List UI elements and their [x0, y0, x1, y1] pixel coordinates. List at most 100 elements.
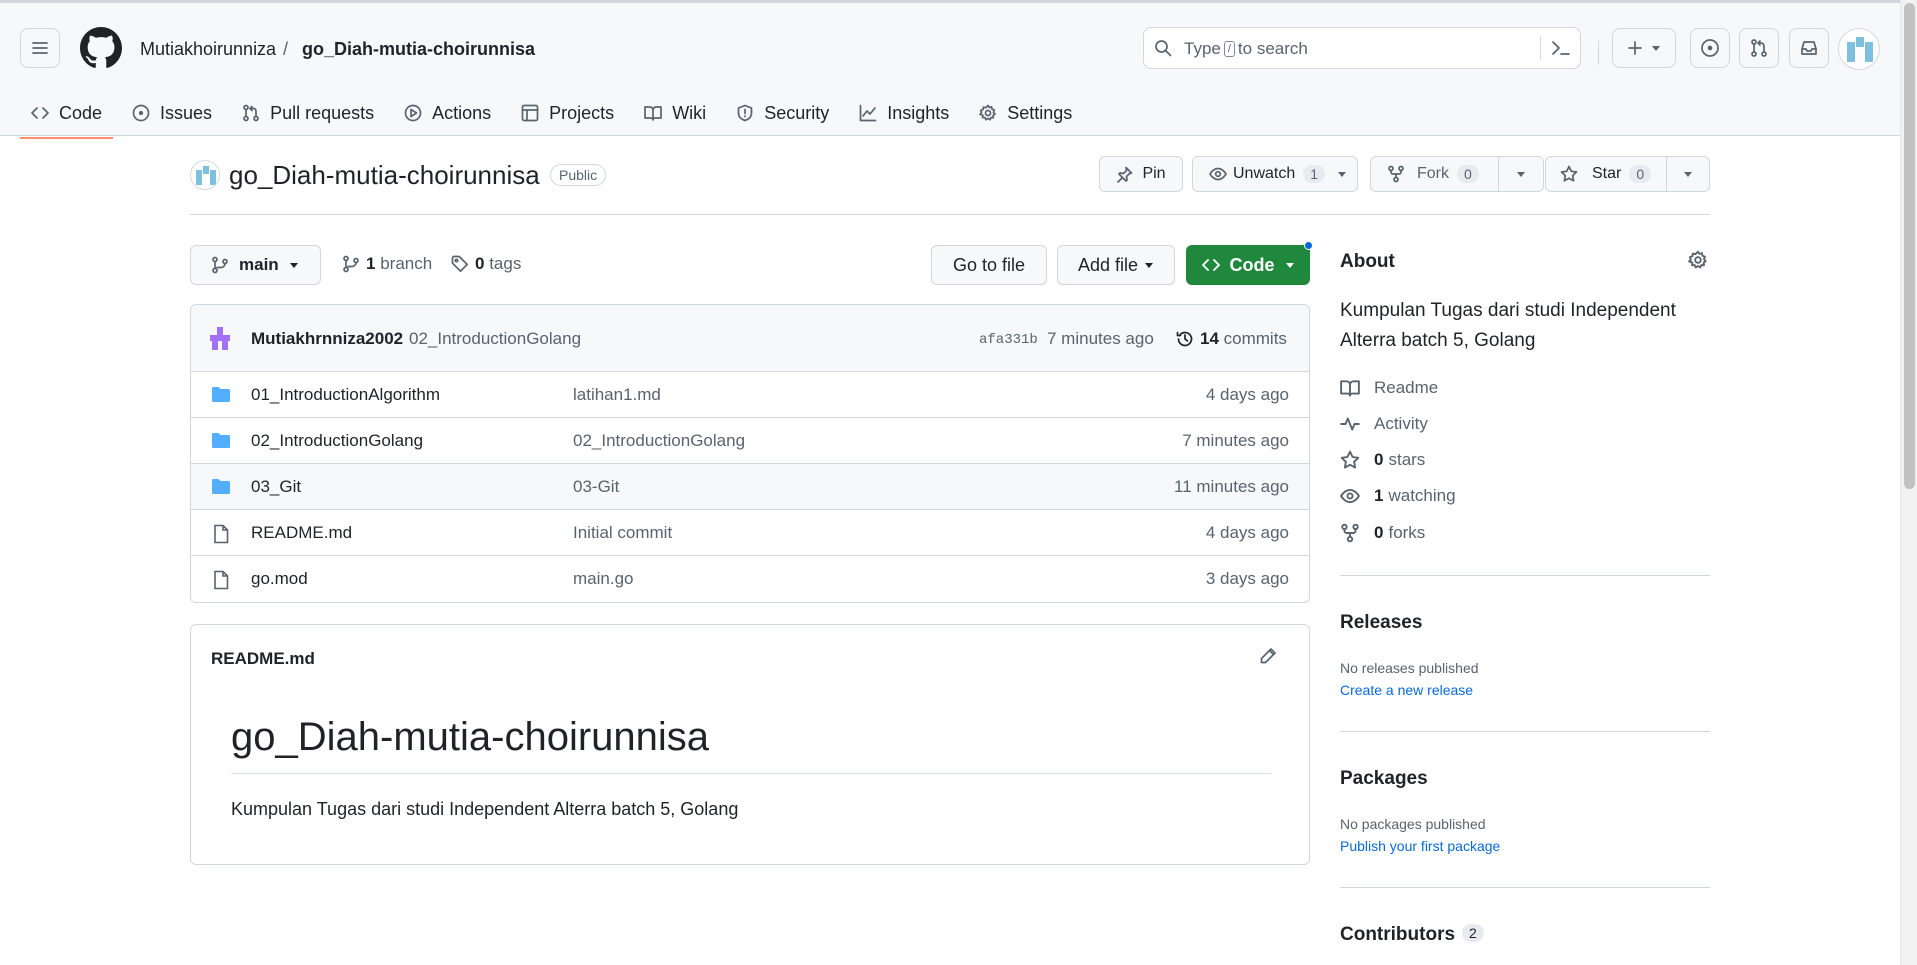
readme-file-label[interactable]: README.md — [211, 649, 315, 669]
file-commit-message[interactable]: Initial commit — [573, 523, 672, 543]
tab-wiki[interactable]: Wiki — [633, 93, 717, 133]
tab-insights[interactable]: Insights — [848, 93, 960, 133]
file-commit-time: 11 minutes ago — [1174, 477, 1289, 496]
scrollbar-thumb[interactable] — [1904, 3, 1915, 489]
file-commit-time: 3 days ago — [1205, 569, 1289, 588]
issue-icon — [1701, 39, 1719, 57]
github-logo-icon[interactable] — [80, 27, 122, 69]
unwatch-button[interactable]: Unwatch 1 — [1192, 156, 1358, 192]
triangle-down-icon — [1517, 172, 1525, 177]
table-row[interactable]: README.md Initial commit 4 days ago — [191, 510, 1309, 556]
breadcrumb-owner[interactable]: Mutiakhoirunniza — [140, 39, 276, 60]
watching-count: 1 — [1374, 486, 1384, 505]
branches-link[interactable]: 1 branch — [342, 254, 432, 274]
file-name[interactable]: go.mod — [251, 569, 308, 589]
publish-package-link[interactable]: Publish your first package — [1340, 838, 1500, 854]
file-name[interactable]: README.md — [251, 523, 352, 543]
file-commit-message[interactable]: 02_IntroductionGolang — [573, 431, 745, 451]
triangle-down-icon — [1285, 263, 1294, 268]
packages-heading[interactable]: Packages — [1340, 768, 1428, 790]
readme-link[interactable]: Readme — [1340, 378, 1438, 398]
breadcrumb-repo[interactable]: go_Diah-mutia-choirunnisa — [302, 39, 535, 60]
fork-dropdown-button[interactable] — [1498, 156, 1544, 192]
repo-title[interactable]: go_Diah-mutia-choirunnisa — [229, 160, 540, 191]
code-button[interactable]: Code — [1186, 245, 1310, 285]
tab-projects[interactable]: Projects — [510, 93, 625, 133]
command-palette-icon[interactable] — [1551, 39, 1571, 57]
file-name[interactable]: 02_IntroductionGolang — [251, 431, 423, 451]
issue-icon — [132, 104, 150, 122]
tab-security-label: Security — [764, 102, 830, 123]
file-name[interactable]: 03_Git — [251, 477, 301, 497]
identicon-avatar-icon — [191, 161, 219, 189]
tab-issues[interactable]: Issues — [121, 93, 223, 133]
table-row[interactable]: 02_IntroductionGolang 02_IntroductionGol… — [191, 418, 1309, 464]
activity-link[interactable]: Activity — [1340, 414, 1428, 434]
branch-select-button[interactable]: main — [190, 245, 321, 285]
commit-sha[interactable]: afa331b — [979, 332, 1038, 348]
triangle-down-icon — [1145, 263, 1154, 268]
tab-actions[interactable]: Actions — [393, 93, 502, 133]
contributors-heading[interactable]: Contributors — [1340, 924, 1455, 946]
branch-name: main — [239, 255, 279, 274]
go-to-file-button[interactable]: Go to file — [931, 245, 1047, 285]
eye-icon — [1340, 488, 1360, 504]
stars-link[interactable]: 0 stars — [1340, 450, 1425, 470]
tab-code[interactable]: Code — [20, 93, 114, 139]
latest-commit-bar: Mutiakhrnniza2002 02_IntroductionGolang … — [191, 305, 1309, 372]
tab-code-label: Code — [59, 102, 103, 123]
code-icon — [1201, 259, 1220, 271]
search-input[interactable]: Type / to search — [1143, 27, 1581, 69]
file-commit-message[interactable]: 03-Git — [573, 477, 619, 497]
table-row[interactable]: go.mod main.go 3 days ago — [191, 556, 1309, 602]
folder-icon — [212, 387, 230, 402]
commit-author-avatar-icon[interactable] — [207, 326, 233, 352]
commit-message[interactable]: 02_IntroductionGolang — [409, 329, 581, 349]
sidebar-divider — [1340, 731, 1710, 732]
watching-link[interactable]: 1 watching — [1340, 486, 1456, 506]
fork-button[interactable]: Fork 0 — [1370, 156, 1499, 192]
about-description: Kumpulan Tugas dari studi Independent Al… — [1340, 300, 1676, 351]
create-release-link[interactable]: Create a new release — [1340, 682, 1473, 698]
star-button[interactable]: Star 0 — [1545, 156, 1674, 192]
visibility-badge: Public — [550, 164, 607, 186]
your-issues-button[interactable] — [1690, 28, 1730, 68]
repo-owner-avatar[interactable] — [190, 160, 220, 190]
table-row[interactable]: 03_Git 03-Git 11 minutes ago — [191, 464, 1309, 510]
table-icon — [521, 104, 539, 122]
file-name[interactable]: 01_IntroductionAlgorithm — [251, 385, 440, 405]
forks-link[interactable]: 0 forks — [1340, 523, 1425, 543]
releases-heading[interactable]: Releases — [1340, 612, 1422, 634]
tab-security[interactable]: Security — [725, 93, 840, 133]
gear-icon[interactable] — [1688, 250, 1708, 270]
triangle-down-icon — [1652, 46, 1660, 51]
pull-request-icon — [1751, 39, 1767, 57]
tab-settings[interactable]: Settings — [968, 93, 1083, 133]
sidebar-divider — [1340, 575, 1710, 576]
page-scrollbar[interactable] — [1900, 0, 1917, 965]
add-file-button[interactable]: Add file — [1057, 245, 1175, 285]
commit-author[interactable]: Mutiakhrnniza2002 — [251, 329, 403, 349]
git-branch-icon — [343, 255, 359, 273]
git-branch-icon — [212, 256, 228, 274]
file-commit-message[interactable]: main.go — [573, 569, 633, 589]
pin-button[interactable]: Pin — [1099, 156, 1183, 192]
releases-note: No releases published — [1340, 660, 1479, 676]
user-avatar[interactable] — [1838, 28, 1880, 70]
tags-link[interactable]: 0 tags — [451, 254, 521, 274]
star-dropdown-button[interactable] — [1666, 156, 1710, 192]
folder-icon — [212, 433, 230, 448]
file-commit-message[interactable]: latihan1.md — [573, 385, 661, 405]
fork-count: 0 — [1457, 165, 1479, 183]
tab-pull-requests[interactable]: Pull requests — [231, 93, 385, 133]
code-button-notification-dot — [1304, 241, 1313, 250]
header-divider — [1598, 41, 1599, 65]
create-new-button[interactable] — [1612, 28, 1676, 68]
menu-button[interactable] — [20, 28, 60, 68]
notifications-button[interactable] — [1789, 28, 1829, 68]
table-row[interactable]: 01_IntroductionAlgorithm latihan1.md 4 d… — [191, 372, 1309, 418]
pencil-icon[interactable] — [1259, 647, 1277, 665]
commits-history-link[interactable]: 14 commits — [1176, 329, 1287, 349]
your-pull-requests-button[interactable] — [1739, 28, 1779, 68]
readme-body: Kumpulan Tugas dari studi Independent Al… — [231, 799, 739, 819]
